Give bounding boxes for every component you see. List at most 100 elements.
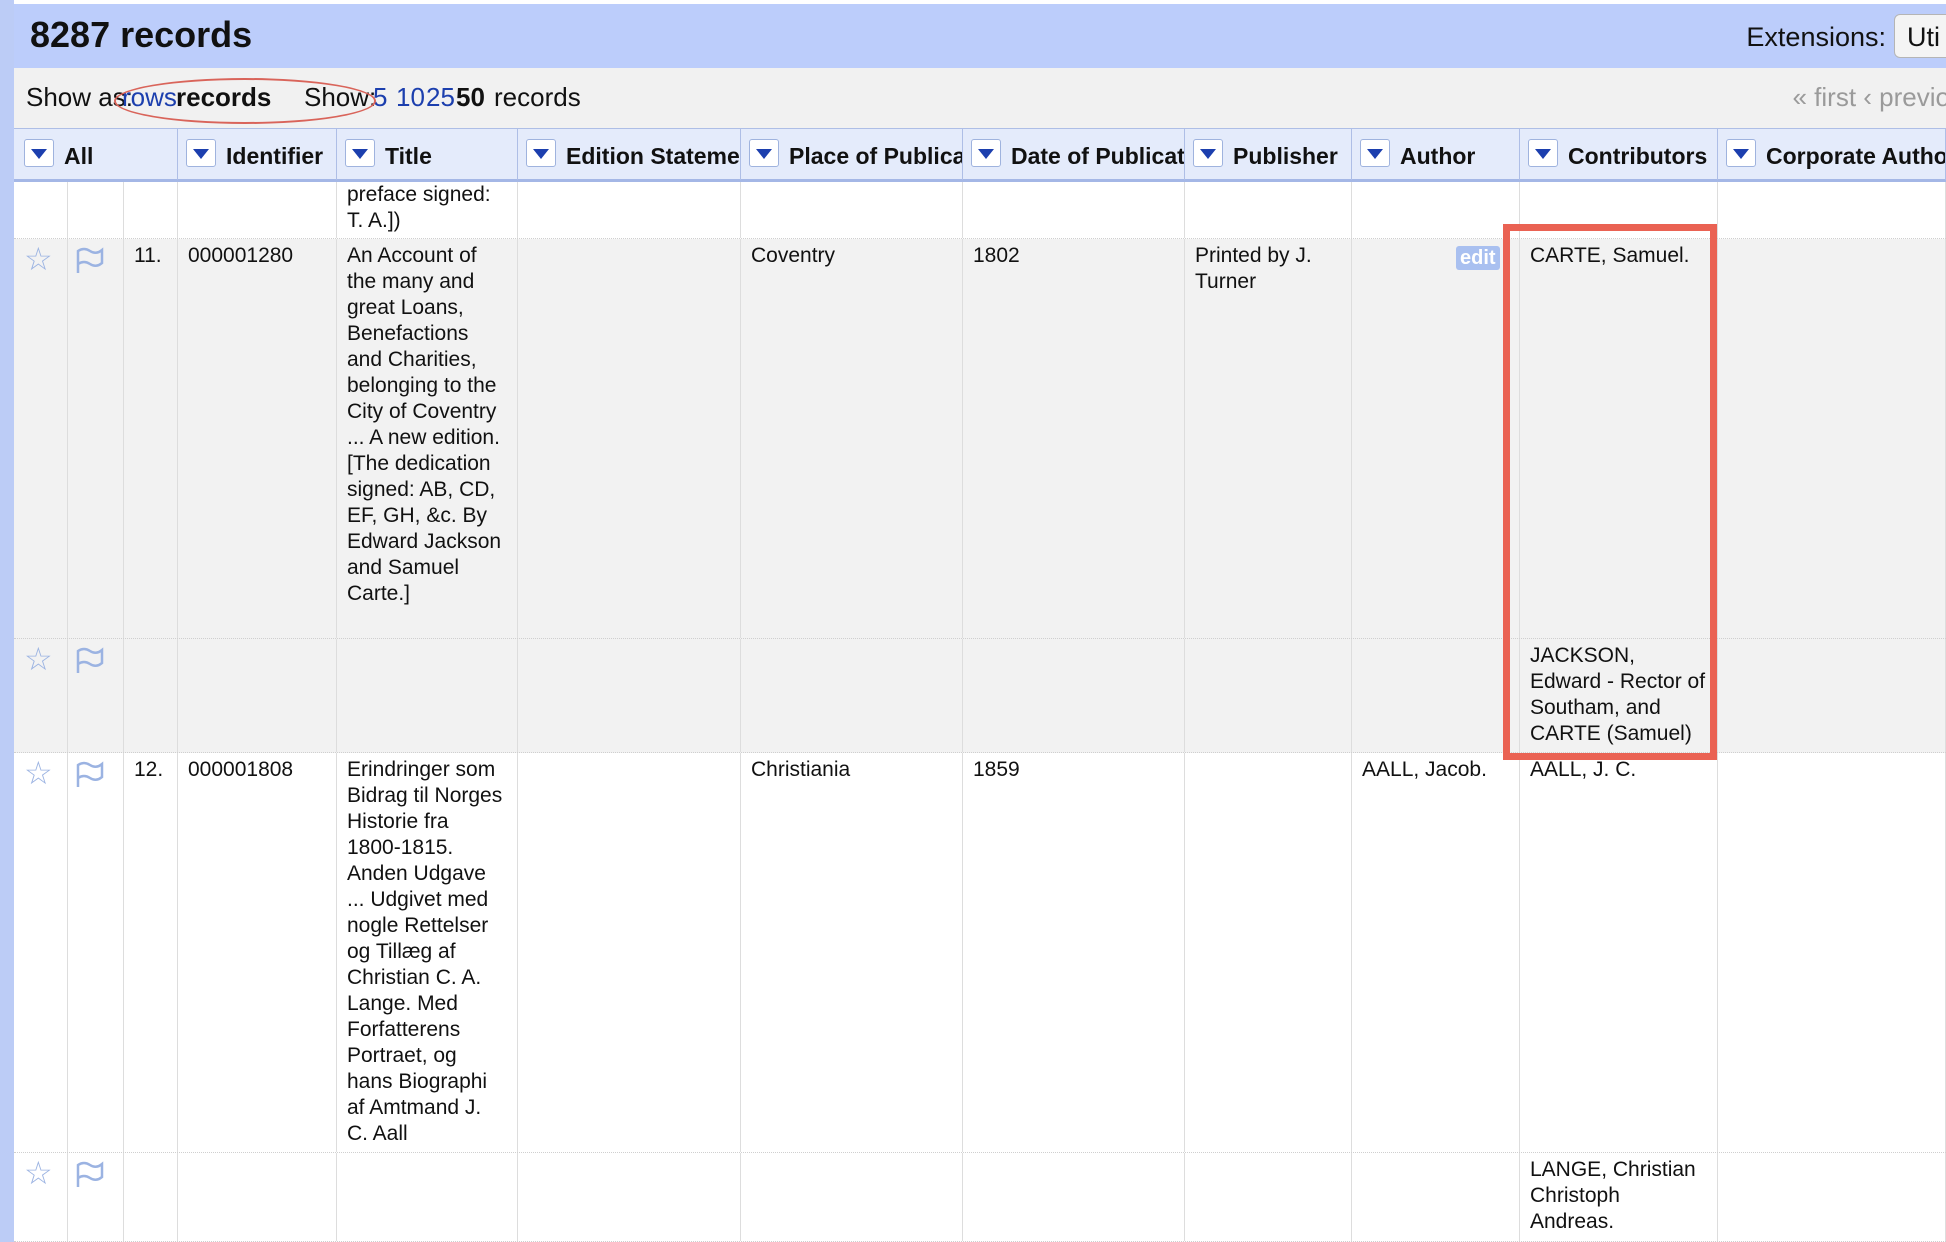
row-number xyxy=(124,639,178,752)
column-header-corporate-author[interactable]: Corporate Autho xyxy=(1718,129,1946,180)
column-identifier-dropdown-icon[interactable] xyxy=(186,139,216,167)
column-header-date-of-publication[interactable]: Date of Publicati xyxy=(963,129,1185,180)
corporate-author-cell xyxy=(1718,182,1946,238)
flag-cell xyxy=(68,182,124,238)
column-author-dropdown-icon[interactable] xyxy=(1360,139,1390,167)
place-cell xyxy=(741,639,963,752)
star-cell: ☆ xyxy=(14,239,68,638)
row-number xyxy=(124,1153,178,1241)
column-edition-dropdown-icon[interactable] xyxy=(526,139,556,167)
flag-cell xyxy=(68,1153,124,1241)
column-header-all[interactable]: All xyxy=(14,129,178,180)
identifier-cell xyxy=(178,182,337,238)
row-number: 11. xyxy=(124,239,178,638)
page-size-10-link[interactable]: 10 xyxy=(396,82,425,113)
column-header-label: Identifier xyxy=(226,143,324,169)
publisher-cell: Printed by J. Turner xyxy=(1185,239,1352,638)
left-edge-strip xyxy=(0,0,14,1242)
star-icon[interactable]: ☆ xyxy=(24,1157,53,1189)
contributors-cell: LANGE, Christian Christoph Andreas. xyxy=(1520,1153,1718,1241)
table-row: ☆ LANGE, Christian Christoph Andreas. xyxy=(14,1153,1946,1242)
column-header-title[interactable]: Title xyxy=(337,129,518,180)
column-contributors-dropdown-icon[interactable] xyxy=(1528,139,1558,167)
column-date-dropdown-icon[interactable] xyxy=(971,139,1001,167)
column-header-label: Place of Publicat xyxy=(789,143,963,169)
edition-cell xyxy=(518,182,741,238)
edition-cell xyxy=(518,239,741,638)
star-icon[interactable]: ☆ xyxy=(24,643,53,675)
place-cell xyxy=(741,1153,963,1241)
author-cell xyxy=(1352,182,1520,238)
place-cell: Christiania xyxy=(741,753,963,1152)
column-header-row: All Identifier Title Edition Statemer Pl… xyxy=(14,128,1946,182)
star-icon[interactable]: ☆ xyxy=(24,243,53,275)
title-cell xyxy=(337,1153,518,1241)
flag-icon[interactable] xyxy=(74,759,106,796)
flag-icon[interactable] xyxy=(74,645,106,682)
title-cell: preface signed: T. A.]) xyxy=(337,182,518,238)
star-cell: ☆ xyxy=(14,753,68,1152)
contributors-cell: AALL, J. C. xyxy=(1520,753,1718,1152)
column-header-label: Author xyxy=(1400,143,1476,169)
identifier-cell: 000001808 xyxy=(178,753,337,1152)
identifier-cell: 000001280 xyxy=(178,239,337,638)
column-header-contributors[interactable]: Contributors xyxy=(1520,129,1718,180)
flag-icon[interactable] xyxy=(74,1159,106,1196)
column-header-label: Edition Statemer xyxy=(566,143,741,169)
column-all-dropdown-icon[interactable] xyxy=(24,139,54,167)
star-cell: ☆ xyxy=(14,639,68,752)
corporate-author-cell xyxy=(1718,639,1946,752)
column-header-label: Title xyxy=(385,143,432,169)
column-header-label: Publisher xyxy=(1233,143,1338,169)
edit-cell-button[interactable]: edit xyxy=(1456,246,1500,270)
contributors-highlight-box xyxy=(1503,224,1717,760)
column-corporate-dropdown-icon[interactable] xyxy=(1726,139,1756,167)
place-cell xyxy=(741,182,963,238)
table-row: ☆ 12. 000001808 Erindringer som Bidrag t… xyxy=(14,753,1946,1153)
place-cell: Coventry xyxy=(741,239,963,638)
date-cell xyxy=(963,182,1185,238)
corporate-author-cell xyxy=(1718,239,1946,638)
date-cell: 1859 xyxy=(963,753,1185,1152)
star-icon[interactable]: ☆ xyxy=(24,757,53,789)
column-title-dropdown-icon[interactable] xyxy=(345,139,375,167)
column-place-dropdown-icon[interactable] xyxy=(749,139,779,167)
pager-first-previous[interactable]: « first ‹ previo xyxy=(1793,82,1946,113)
author-cell xyxy=(1352,239,1520,638)
row-number: 12. xyxy=(124,753,178,1152)
records-word: records xyxy=(494,82,581,112)
title-cell xyxy=(337,639,518,752)
edition-cell xyxy=(518,639,741,752)
author-cell xyxy=(1352,1153,1520,1241)
flag-cell xyxy=(68,753,124,1152)
page-size-50-current: 50 xyxy=(456,82,485,112)
publisher-cell xyxy=(1185,1153,1352,1241)
column-header-identifier[interactable]: Identifier xyxy=(178,129,337,180)
date-cell xyxy=(963,1153,1185,1241)
column-header-author[interactable]: Author xyxy=(1352,129,1520,180)
row-number xyxy=(124,182,178,238)
edition-cell xyxy=(518,753,741,1152)
column-header-edition-statement[interactable]: Edition Statemer xyxy=(518,129,741,180)
rows-records-annotation-ellipse xyxy=(114,78,376,124)
star-cell xyxy=(14,182,68,238)
date-cell xyxy=(963,639,1185,752)
publisher-cell xyxy=(1185,182,1352,238)
publisher-cell xyxy=(1185,753,1352,1152)
identifier-cell xyxy=(178,1153,337,1241)
column-header-publisher[interactable]: Publisher xyxy=(1185,129,1352,180)
date-cell: 1802 xyxy=(963,239,1185,638)
author-cell xyxy=(1352,639,1520,752)
star-cell: ☆ xyxy=(14,1153,68,1241)
column-publisher-dropdown-icon[interactable] xyxy=(1193,139,1223,167)
extensions-button[interactable]: Uti xyxy=(1894,14,1946,58)
records-count-title: 8287 records xyxy=(30,14,253,55)
column-header-place-of-publication[interactable]: Place of Publicat xyxy=(741,129,963,180)
page-size-25-link[interactable]: 25 xyxy=(426,82,455,113)
title-cell: An Account of the many and great Loans, … xyxy=(337,239,518,638)
identifier-cell xyxy=(178,639,337,752)
flag-icon[interactable] xyxy=(74,245,106,282)
edition-cell xyxy=(518,1153,741,1241)
project-header: 8287 records Extensions: Uti xyxy=(14,4,1946,69)
column-header-label: Date of Publicati xyxy=(1011,143,1185,169)
